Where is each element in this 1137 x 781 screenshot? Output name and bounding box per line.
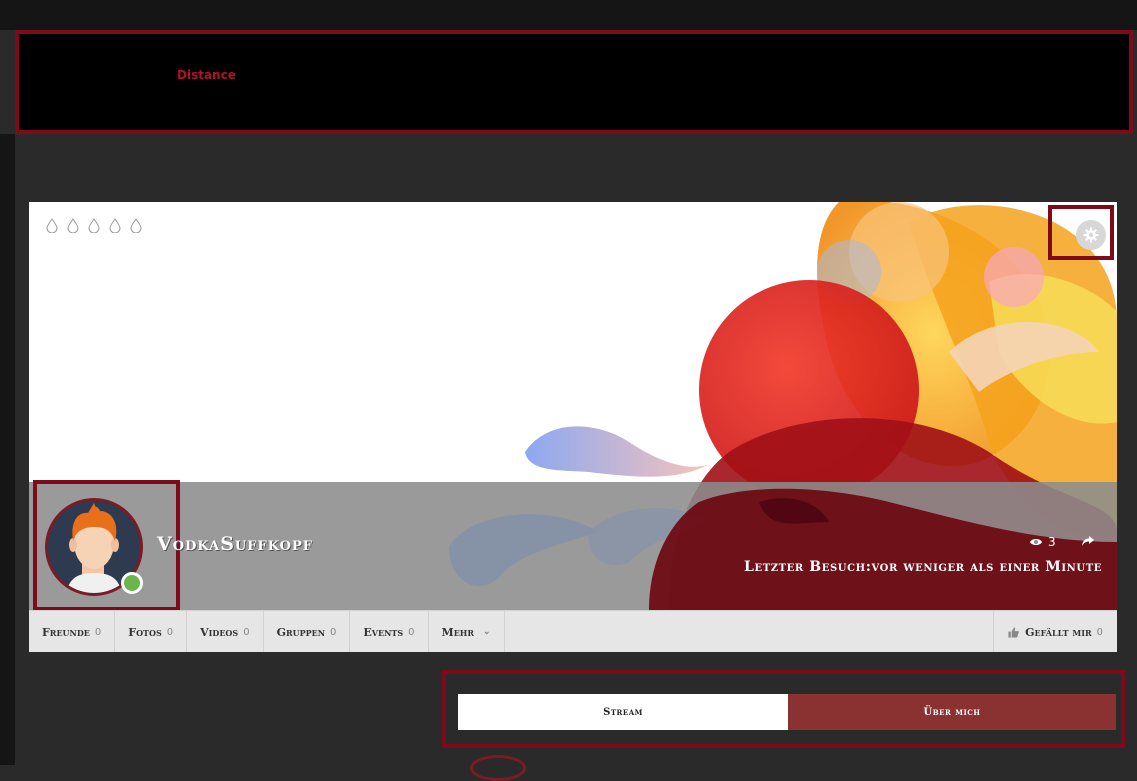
nav-photos-count: 0	[166, 626, 174, 638]
raindrop-icon	[67, 218, 79, 233]
partial-avatar-ring	[470, 755, 526, 781]
nav-videos-label: Videos	[200, 625, 239, 639]
thumbs-up-icon	[1008, 626, 1019, 638]
raindrop-icon	[109, 218, 121, 233]
raindrop-icon	[88, 218, 100, 233]
nav-more[interactable]: Mehr ⌄	[429, 611, 505, 652]
tab-about[interactable]: Über mich	[788, 694, 1116, 730]
nav-groups-label: Gruppen	[276, 625, 326, 639]
nav-friends[interactable]: Freunde 0	[29, 611, 116, 652]
raindrop-icon	[46, 218, 58, 233]
views-counter: 3	[1029, 535, 1056, 549]
distance-label: Distance	[177, 68, 236, 82]
nav-spacer	[505, 611, 995, 652]
nav-videos-count: 0	[243, 626, 250, 638]
views-count: 3	[1048, 535, 1056, 549]
share-button[interactable]	[1081, 533, 1095, 552]
nav-events[interactable]: Events 0	[350, 611, 429, 652]
eye-icon	[1030, 539, 1042, 545]
nav-events-label: Events	[363, 625, 404, 639]
profile-card: VodkaSuffkopf 3 Letzter Besuch:vor wenig…	[29, 202, 1117, 652]
nav-friends-count: 0	[94, 626, 102, 638]
nav-friends-label: Freunde	[42, 625, 90, 639]
left-strip	[0, 134, 15, 765]
settings-highlight	[1048, 205, 1114, 260]
share-icon	[1082, 536, 1094, 546]
tabs-highlight: Stream Über mich	[442, 670, 1125, 748]
tab-stream[interactable]: Stream	[458, 694, 788, 730]
nav-photos-label: Fotos	[128, 625, 162, 639]
nav-groups-count: 0	[330, 626, 337, 638]
like-button[interactable]: Gefällt mir 0	[994, 611, 1117, 652]
profile-username[interactable]: VodkaSuffkopf	[157, 533, 313, 555]
raindrop-icon	[130, 218, 142, 233]
chevron-down-icon: ⌄	[483, 627, 491, 637]
last-visit: Letzter Besuch:vor weniger als einer Min…	[744, 559, 1102, 575]
nav-events-count: 0	[408, 626, 415, 638]
gear-icon	[1083, 227, 1099, 243]
nav-groups[interactable]: Gruppen 0	[264, 611, 351, 652]
distance-banner: Distance	[15, 30, 1133, 134]
profile-nav: Freunde 0 Fotos 0 Videos 0 Gruppen 0 Eve…	[29, 610, 1117, 652]
nav-more-label: Mehr	[441, 625, 474, 639]
settings-button[interactable]	[1076, 220, 1106, 250]
online-status-dot	[121, 572, 143, 594]
top-bar	[0, 0, 1137, 30]
like-label: Gefällt mir	[1025, 625, 1092, 639]
like-count: 0	[1096, 626, 1103, 638]
nav-videos[interactable]: Videos 0	[187, 611, 264, 652]
drops-row	[46, 218, 142, 233]
nav-photos[interactable]: Fotos 0	[115, 611, 188, 652]
